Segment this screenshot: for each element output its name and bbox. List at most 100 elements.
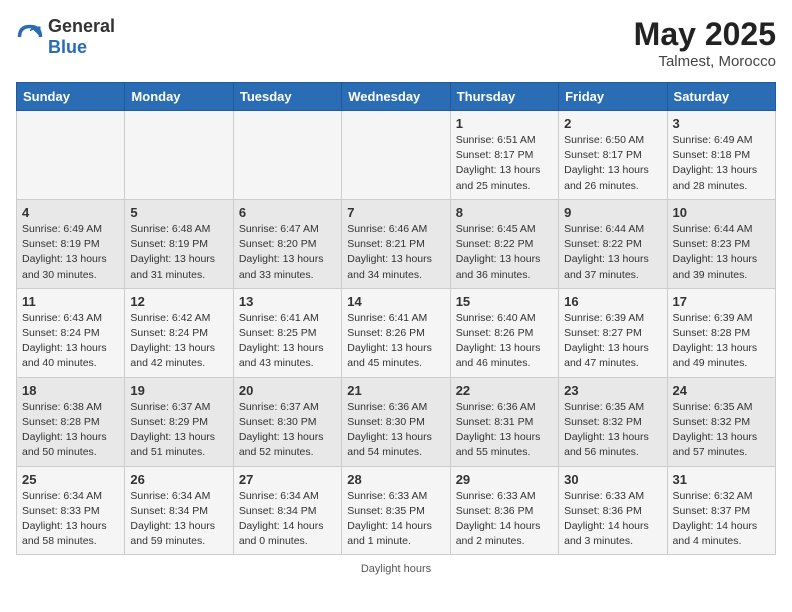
table-row: 4 Sunrise: 6:49 AM Sunset: 8:19 PM Daylig… [17, 199, 125, 288]
day-number: 31 [673, 472, 770, 487]
table-row: 2 Sunrise: 6:50 AM Sunset: 8:17 PM Daylig… [559, 111, 667, 200]
location: Talmest, Morocco [634, 53, 776, 70]
day-info: Sunrise: 6:46 AM Sunset: 8:21 PM Dayligh… [347, 222, 444, 283]
day-info: Sunrise: 6:41 AM Sunset: 8:26 PM Dayligh… [347, 311, 444, 372]
day-number: 15 [456, 294, 553, 309]
day-number: 5 [130, 205, 227, 220]
table-row: 31 Sunrise: 6:32 AM Sunset: 8:37 PM Dayli… [667, 466, 775, 555]
day-number: 21 [347, 383, 444, 398]
day-info: Sunrise: 6:33 AM Sunset: 8:35 PM Dayligh… [347, 489, 444, 550]
day-info: Sunrise: 6:37 AM Sunset: 8:30 PM Dayligh… [239, 400, 336, 461]
footer-text: Daylight hours [361, 563, 431, 575]
day-number: 10 [673, 205, 770, 220]
day-info: Sunrise: 6:50 AM Sunset: 8:17 PM Dayligh… [564, 133, 661, 194]
table-row: 28 Sunrise: 6:33 AM Sunset: 8:35 PM Dayli… [342, 466, 450, 555]
day-number: 1 [456, 116, 553, 131]
table-row [233, 111, 341, 200]
title-block: May 2025 Talmest, Morocco [634, 16, 776, 70]
day-info: Sunrise: 6:35 AM Sunset: 8:32 PM Dayligh… [564, 400, 661, 461]
day-info: Sunrise: 6:47 AM Sunset: 8:20 PM Dayligh… [239, 222, 336, 283]
day-number: 20 [239, 383, 336, 398]
day-number: 24 [673, 383, 770, 398]
day-number: 28 [347, 472, 444, 487]
logo-blue: Blue [48, 37, 87, 57]
day-number: 29 [456, 472, 553, 487]
day-number: 9 [564, 205, 661, 220]
day-info: Sunrise: 6:36 AM Sunset: 8:31 PM Dayligh… [456, 400, 553, 461]
day-info: Sunrise: 6:51 AM Sunset: 8:17 PM Dayligh… [456, 133, 553, 194]
table-row: 21 Sunrise: 6:36 AM Sunset: 8:30 PM Dayli… [342, 377, 450, 466]
table-row: 22Sunrise: 6:36 AM Sunset: 8:31 PM Dayli… [450, 377, 558, 466]
table-row: 17Sunrise: 6:39 AM Sunset: 8:28 PM Dayli… [667, 288, 775, 377]
day-info: Sunrise: 6:34 AM Sunset: 8:34 PM Dayligh… [130, 489, 227, 550]
day-info: Sunrise: 6:40 AM Sunset: 8:26 PM Dayligh… [456, 311, 553, 372]
month-year: May 2025 [634, 16, 776, 53]
col-thursday: Thursday [450, 83, 558, 111]
table-row: 25Sunrise: 6:34 AM Sunset: 8:33 PM Dayli… [17, 466, 125, 555]
day-number: 12 [130, 294, 227, 309]
day-info: Sunrise: 6:45 AM Sunset: 8:22 PM Dayligh… [456, 222, 553, 283]
table-row [17, 111, 125, 200]
day-info: Sunrise: 6:42 AM Sunset: 8:24 PM Dayligh… [130, 311, 227, 372]
footer: Daylight hours [16, 563, 776, 575]
table-row: 27 Sunrise: 6:34 AM Sunset: 8:34 PM Dayli… [233, 466, 341, 555]
day-info: Sunrise: 6:32 AM Sunset: 8:37 PM Dayligh… [673, 489, 770, 550]
week-row-2: 4 Sunrise: 6:49 AM Sunset: 8:19 PM Daylig… [17, 199, 776, 288]
week-row-1: 1 Sunrise: 6:51 AM Sunset: 8:17 PM Daylig… [17, 111, 776, 200]
table-row: 15 Sunrise: 6:40 AM Sunset: 8:26 PM Dayli… [450, 288, 558, 377]
day-number: 4 [22, 205, 119, 220]
day-number: 7 [347, 205, 444, 220]
logo-icon [16, 23, 44, 51]
week-row-5: 25Sunrise: 6:34 AM Sunset: 8:33 PM Dayli… [17, 466, 776, 555]
table-row: 16 Sunrise: 6:39 AM Sunset: 8:27 PM Dayli… [559, 288, 667, 377]
day-number: 6 [239, 205, 336, 220]
table-row [342, 111, 450, 200]
table-row: 19 Sunrise: 6:37 AM Sunset: 8:29 PM Dayli… [125, 377, 233, 466]
day-info: Sunrise: 6:44 AM Sunset: 8:22 PM Dayligh… [564, 222, 661, 283]
col-friday: Friday [559, 83, 667, 111]
day-number: 8 [456, 205, 553, 220]
table-row: 6 Sunrise: 6:47 AM Sunset: 8:20 PM Daylig… [233, 199, 341, 288]
day-number: 23 [564, 383, 661, 398]
week-row-3: 11Sunrise: 6:43 AM Sunset: 8:24 PM Dayli… [17, 288, 776, 377]
table-row: 29 Sunrise: 6:33 AM Sunset: 8:36 PM Dayli… [450, 466, 558, 555]
day-info: Sunrise: 6:36 AM Sunset: 8:30 PM Dayligh… [347, 400, 444, 461]
day-number: 27 [239, 472, 336, 487]
table-row: 5 Sunrise: 6:48 AM Sunset: 8:19 PM Daylig… [125, 199, 233, 288]
day-info: Sunrise: 6:44 AM Sunset: 8:23 PM Dayligh… [673, 222, 770, 283]
day-info: Sunrise: 6:35 AM Sunset: 8:32 PM Dayligh… [673, 400, 770, 461]
day-number: 17 [673, 294, 770, 309]
table-row: 7 Sunrise: 6:46 AM Sunset: 8:21 PM Daylig… [342, 199, 450, 288]
logo: General Blue [16, 16, 115, 58]
day-number: 25 [22, 472, 119, 487]
page-header: General Blue May 2025 Talmest, Morocco [16, 16, 776, 70]
week-row-4: 18 Sunrise: 6:38 AM Sunset: 8:28 PM Dayli… [17, 377, 776, 466]
day-info: Sunrise: 6:43 AM Sunset: 8:24 PM Dayligh… [22, 311, 119, 372]
day-number: 30 [564, 472, 661, 487]
day-info: Sunrise: 6:33 AM Sunset: 8:36 PM Dayligh… [456, 489, 553, 550]
logo-general: General [48, 16, 115, 36]
table-row: 24 Sunrise: 6:35 AM Sunset: 8:32 PM Dayli… [667, 377, 775, 466]
day-info: Sunrise: 6:37 AM Sunset: 8:29 PM Dayligh… [130, 400, 227, 461]
day-number: 16 [564, 294, 661, 309]
table-row: 18 Sunrise: 6:38 AM Sunset: 8:28 PM Dayli… [17, 377, 125, 466]
day-info: Sunrise: 6:39 AM Sunset: 8:27 PM Dayligh… [564, 311, 661, 372]
day-info: Sunrise: 6:34 AM Sunset: 8:34 PM Dayligh… [239, 489, 336, 550]
day-number: 2 [564, 116, 661, 131]
day-info: Sunrise: 6:49 AM Sunset: 8:19 PM Dayligh… [22, 222, 119, 283]
day-number: 18 [22, 383, 119, 398]
day-info: Sunrise: 6:48 AM Sunset: 8:19 PM Dayligh… [130, 222, 227, 283]
day-number: 19 [130, 383, 227, 398]
calendar-header-row: Sunday Monday Tuesday Wednesday Thursday… [17, 83, 776, 111]
table-row: 8 Sunrise: 6:45 AM Sunset: 8:22 PM Daylig… [450, 199, 558, 288]
day-info: Sunrise: 6:41 AM Sunset: 8:25 PM Dayligh… [239, 311, 336, 372]
table-row: 12 Sunrise: 6:42 AM Sunset: 8:24 PM Dayli… [125, 288, 233, 377]
day-info: Sunrise: 6:38 AM Sunset: 8:28 PM Dayligh… [22, 400, 119, 461]
col-sunday: Sunday [17, 83, 125, 111]
table-row: 1 Sunrise: 6:51 AM Sunset: 8:17 PM Daylig… [450, 111, 558, 200]
table-row: 14Sunrise: 6:41 AM Sunset: 8:26 PM Dayli… [342, 288, 450, 377]
table-row: 13Sunrise: 6:41 AM Sunset: 8:25 PM Dayli… [233, 288, 341, 377]
table-row: 23 Sunrise: 6:35 AM Sunset: 8:32 PM Dayli… [559, 377, 667, 466]
col-tuesday: Tuesday [233, 83, 341, 111]
table-row: 26Sunrise: 6:34 AM Sunset: 8:34 PM Dayli… [125, 466, 233, 555]
